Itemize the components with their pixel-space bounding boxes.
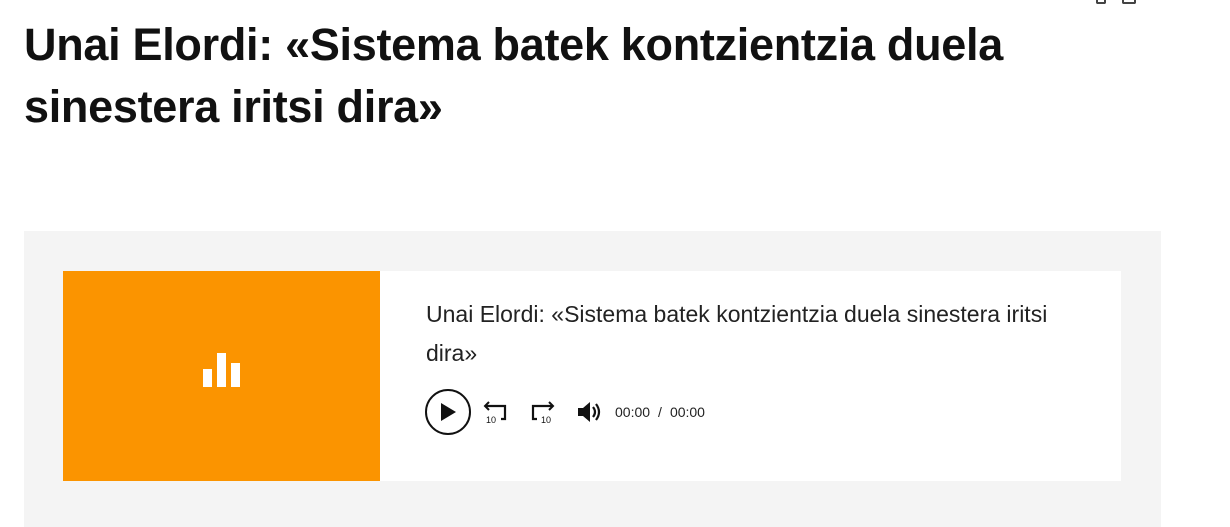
forward-seconds-label: 10 bbox=[541, 415, 551, 425]
play-icon bbox=[441, 403, 456, 421]
time-display: 00:00 / 00:00 bbox=[615, 404, 705, 420]
rewind-seconds-label: 10 bbox=[486, 415, 496, 425]
play-button[interactable] bbox=[425, 389, 471, 435]
rewind-button[interactable]: 10 bbox=[483, 399, 509, 425]
episode-title: Unai Elordi: «Sistema batek kontzientzia… bbox=[426, 301, 1048, 366]
current-time: 00:00 bbox=[615, 404, 651, 420]
time-separator: / bbox=[658, 404, 662, 420]
duration: 00:00 bbox=[669, 404, 705, 420]
volume-button[interactable] bbox=[577, 401, 603, 423]
volume-icon bbox=[578, 402, 601, 422]
desktop-icon[interactable] bbox=[1122, 0, 1136, 4]
audio-bars-icon bbox=[203, 353, 240, 387]
player-info: Unai Elordi: «Sistema batek kontzientzia… bbox=[380, 271, 1121, 481]
rewind-10-icon: 10 bbox=[483, 401, 507, 425]
mobile-icon[interactable] bbox=[1096, 0, 1106, 4]
forward-button[interactable]: 10 bbox=[529, 399, 555, 425]
audio-player-container: Unai Elordi: «Sistema batek kontzientzia… bbox=[24, 231, 1161, 527]
top-toolbar bbox=[1096, 0, 1136, 4]
audio-player: Unai Elordi: «Sistema batek kontzientzia… bbox=[63, 271, 1121, 481]
player-controls: 10 10 00:00 / 00:00 bbox=[425, 389, 705, 435]
forward-10-icon: 10 bbox=[531, 401, 555, 425]
article-headline: Unai Elordi: «Sistema batek kontzientzia… bbox=[24, 19, 1003, 132]
audio-cover bbox=[63, 271, 380, 481]
